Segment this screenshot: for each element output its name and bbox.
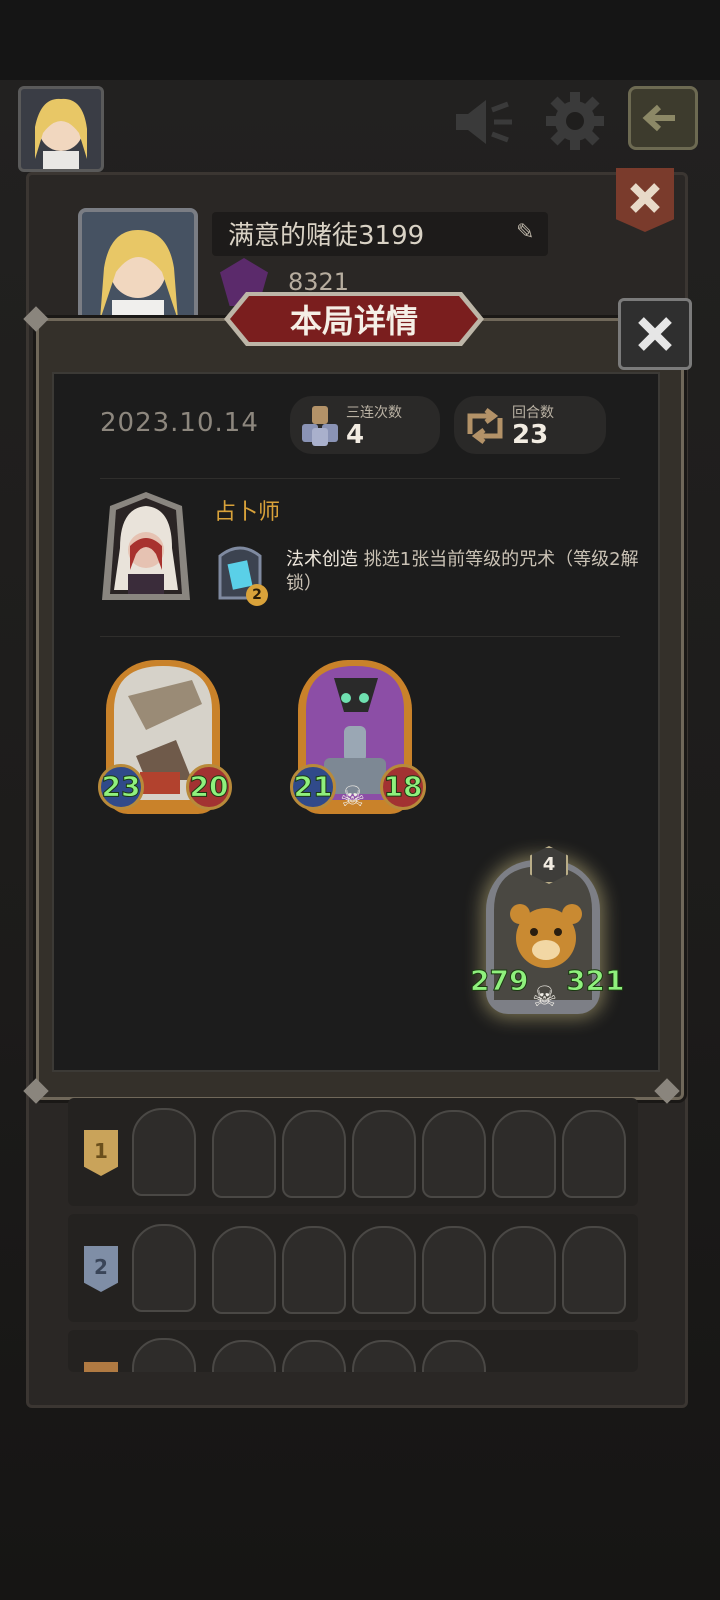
minion-slot: [282, 1340, 346, 1372]
minion-slot: [562, 1226, 626, 1314]
rounds-stat: 回合数 23: [454, 396, 606, 454]
minion-slot: [212, 1340, 276, 1372]
status-bar-area: [0, 0, 720, 80]
dialog-close-button[interactable]: [618, 298, 692, 370]
leaderboard-row[interactable]: 2: [68, 1214, 638, 1322]
minion-slot: [422, 1110, 486, 1198]
hero-slot: [132, 1338, 196, 1372]
minion-slot: [562, 1110, 626, 1198]
match-date: 2023.10.14: [100, 408, 259, 438]
minion-slot: [352, 1226, 416, 1314]
minion-slot: [352, 1110, 416, 1198]
hero-power-name: 法术创造: [286, 549, 358, 570]
minion-slot: [492, 1226, 556, 1314]
hero-portrait: [100, 490, 192, 608]
hero-power-icon[interactable]: 2: [214, 540, 268, 606]
edit-pencil-icon[interactable]: ✎: [516, 220, 534, 245]
blonde-girl-portrait-icon: [100, 230, 178, 320]
profile-close-button[interactable]: [616, 168, 674, 232]
profile-avatar: [78, 208, 198, 324]
divider: [100, 636, 620, 637]
skull-icon: ☠: [532, 980, 558, 1013]
triple-cards-icon: [302, 406, 338, 446]
hero-power-level: 2: [246, 584, 268, 606]
hero-power-description: 法术创造 挑选1张当前等级的咒术（等级2解锁）: [286, 548, 646, 596]
minion-slot: [282, 1110, 346, 1198]
minion-attack: 21: [290, 764, 336, 810]
triples-stat: 三连次数 4: [290, 396, 440, 454]
place-badge: 2: [84, 1246, 118, 1292]
skull-icon: ☠: [340, 780, 366, 813]
blonde-girl-avatar-icon: [35, 98, 87, 169]
minion-slot: [282, 1226, 346, 1314]
place-badge: 1: [84, 1130, 118, 1176]
triples-value: 4: [346, 420, 365, 450]
close-icon: [630, 183, 660, 213]
minion-attack: 23: [98, 764, 144, 810]
minion-attack: 279: [469, 964, 529, 998]
exit-button[interactable]: [628, 86, 698, 150]
minion-slot: [212, 1226, 276, 1314]
settings-gear-icon[interactable]: [544, 90, 606, 152]
fortune-teller-portrait-icon: [102, 492, 190, 600]
speaker-icon[interactable]: [452, 96, 514, 148]
arrow-left-icon: [642, 104, 675, 132]
close-icon: [638, 317, 672, 351]
place-badge: [84, 1362, 118, 1372]
minion-slot: [212, 1110, 276, 1198]
player-name: 满意的赌徒3199: [228, 221, 425, 251]
divider: [100, 478, 620, 479]
rounds-value: 23: [512, 420, 549, 450]
minion-slot: [492, 1110, 556, 1198]
minion-health: 20: [186, 764, 232, 810]
hero-slot: [132, 1108, 196, 1196]
hero-name: 占卜师: [214, 500, 281, 525]
hero-slot: [132, 1224, 196, 1312]
rounds-label: 回合数: [512, 405, 554, 421]
player-avatar-button[interactable]: [18, 86, 104, 172]
leaderboard-row[interactable]: 1: [68, 1098, 638, 1206]
rounds-cycle-icon: [467, 408, 503, 444]
triples-label: 三连次数: [346, 405, 402, 421]
minion-health: 321: [565, 964, 625, 998]
dialog-title: 本局详情: [289, 302, 418, 340]
minion-slot: [422, 1340, 486, 1372]
minion-slot: [422, 1226, 486, 1314]
leaderboard-row[interactable]: [68, 1330, 638, 1372]
minion-health: 18: [380, 764, 426, 810]
minion-slot: [352, 1340, 416, 1372]
